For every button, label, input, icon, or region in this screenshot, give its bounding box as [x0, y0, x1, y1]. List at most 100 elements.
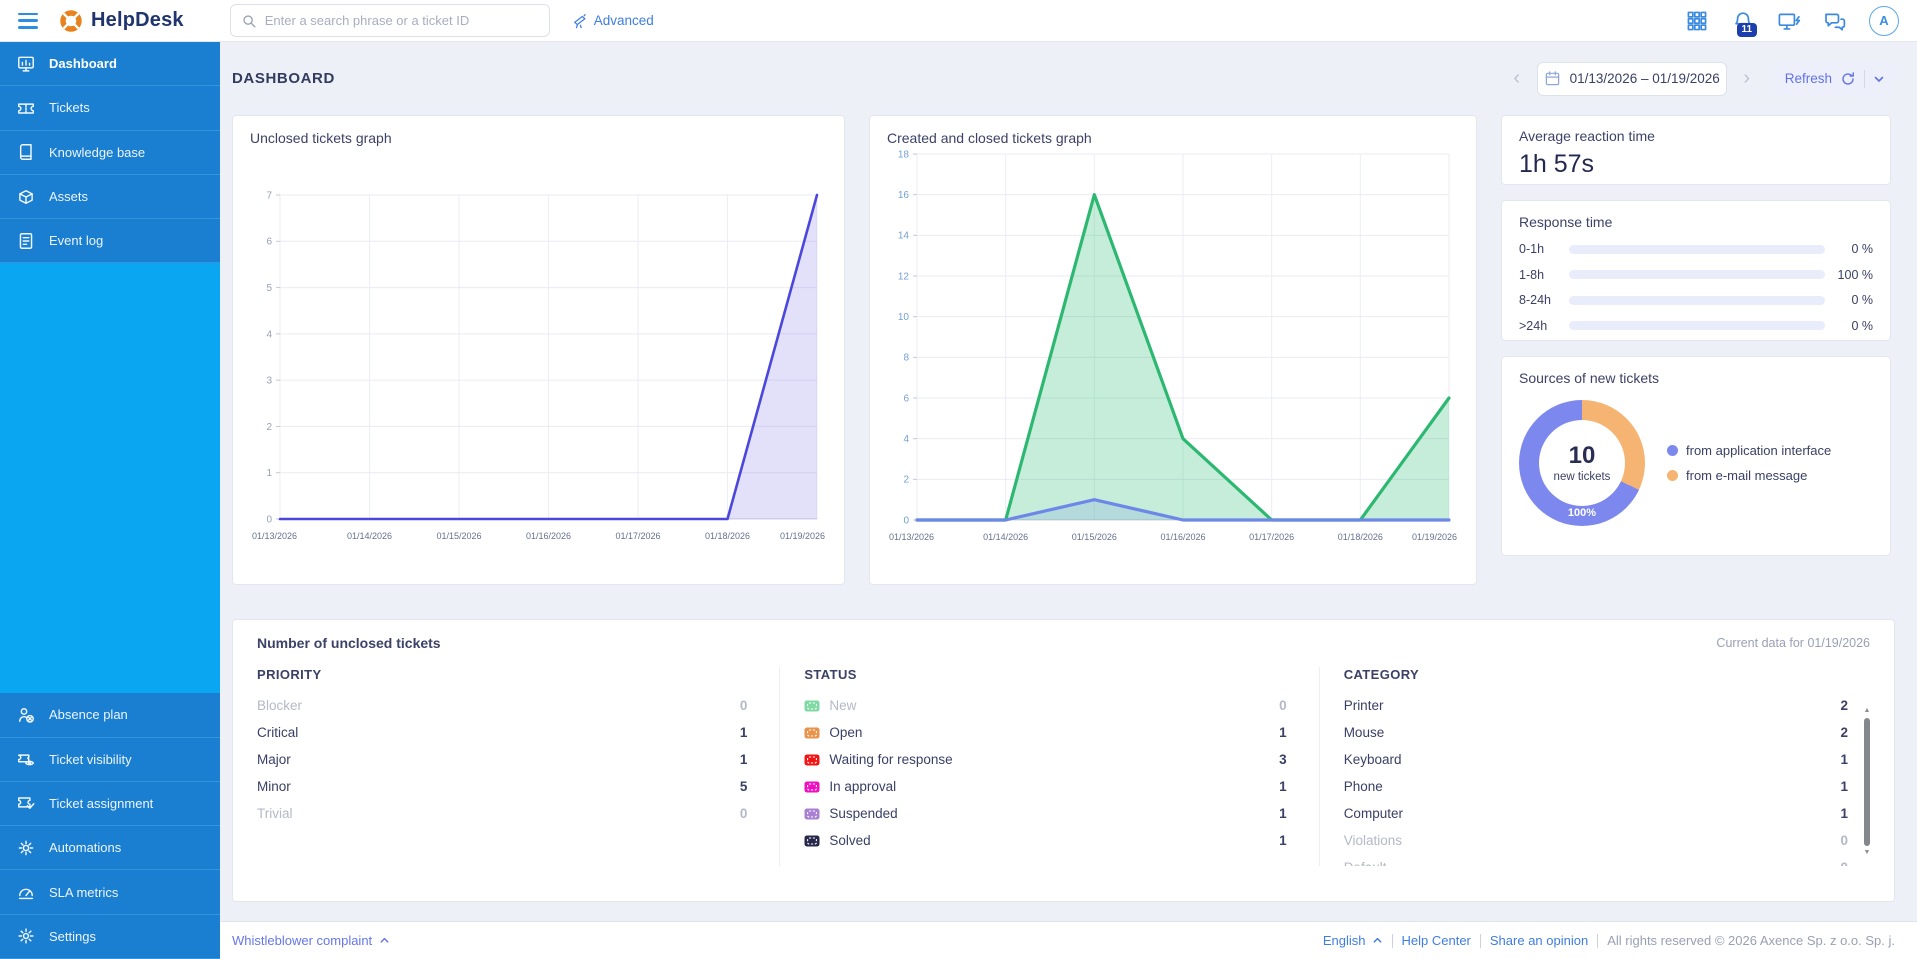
refresh-icon[interactable] [1840, 71, 1856, 87]
sidebar-item-knowledge-base[interactable]: Knowledge base [0, 131, 220, 175]
scrollbar-thumb[interactable] [1864, 718, 1870, 846]
legend-label: from e-mail message [1686, 468, 1807, 483]
svg-text:01/14/2026: 01/14/2026 [347, 531, 392, 541]
sources-of-new-tickets-card: Sources of new tickets 10 new tickets 10… [1501, 356, 1891, 556]
created-closed-graph-title: Created and closed tickets graph [887, 130, 1459, 146]
sidebar-item-tickets[interactable]: Tickets [0, 86, 220, 130]
search-box[interactable] [230, 4, 550, 37]
apps-grid-button[interactable] [1685, 9, 1709, 33]
row-value: 0 [1840, 833, 1848, 848]
sidebar: Dashboard Tickets Knowledge base Assets Even… [0, 42, 220, 959]
sidebar-item-label: Tickets [49, 100, 90, 115]
ticket-status-icon [804, 808, 820, 820]
response-time-row: 8-24h0 % [1519, 293, 1873, 307]
row-label: Printer [1344, 698, 1841, 713]
table-row: Solved1 [804, 827, 1286, 854]
response-bucket-label: 8-24h [1519, 293, 1569, 307]
average-reaction-title: Average reaction time [1519, 128, 1873, 144]
row-label: Major [257, 752, 740, 767]
table-row: Suspended1 [804, 800, 1286, 827]
created-closed-graph-card: Created and closed tickets graph 0246810… [869, 115, 1477, 585]
sidebar-item-sla-metrics[interactable]: SLA metrics [0, 870, 220, 914]
previous-period-button[interactable]: ‹ [1507, 67, 1527, 90]
sidebar-bottom-group: Absence plan Ticket visibility Ticket assi… [0, 693, 220, 959]
unclosed-tickets-chart: 0123456701/13/202601/14/202601/15/202601… [250, 189, 827, 547]
share-opinion-link[interactable]: Share an opinion [1490, 933, 1588, 948]
svg-text:2: 2 [266, 422, 272, 433]
scroll-down-icon[interactable]: ▼ [1864, 849, 1871, 857]
language-label: English [1323, 933, 1366, 948]
sidebar-item-label: Dashboard [49, 56, 117, 71]
row-label: In approval [804, 779, 1279, 794]
dashboard-icon [16, 54, 36, 74]
response-time-row: >24h0 % [1519, 319, 1873, 333]
row-label-text: New [829, 698, 856, 713]
language-chevron-up-icon [1372, 935, 1383, 946]
whistleblower-complaint-link[interactable]: Whistleblower complaint [232, 933, 390, 948]
event-log-icon [16, 231, 36, 251]
ticket-assignment-icon [16, 793, 36, 813]
row-value: 1 [1840, 752, 1848, 767]
sources-legend: from application interfacefrom e-mail me… [1667, 443, 1831, 483]
kpi-column: Average reaction time 1h 57s Response ti… [1501, 115, 1891, 585]
user-avatar[interactable]: A [1869, 6, 1899, 36]
row-label: Minor [257, 779, 740, 794]
svg-text:01/17/2026: 01/17/2026 [615, 531, 660, 541]
scroll-up-icon[interactable]: ▲ [1864, 707, 1871, 715]
row-value: 1 [740, 725, 748, 740]
row-label: Critical [257, 725, 740, 740]
chat-button[interactable] [1823, 9, 1847, 33]
row-label-text: In approval [829, 779, 896, 794]
date-range-picker[interactable]: 01/13/2026 – 01/19/2026 [1537, 62, 1727, 96]
advanced-search-link[interactable]: Advanced [572, 13, 654, 29]
assets-icon [16, 187, 36, 207]
language-selector[interactable]: English [1323, 933, 1383, 948]
table-row: Waiting for response3 [804, 746, 1286, 773]
refresh-button[interactable]: Refresh [1785, 71, 1832, 86]
advanced-search-label: Advanced [594, 13, 654, 28]
status-rows: New0Open1Waiting for response3In approva… [804, 692, 1286, 854]
table-row: Minor5 [257, 773, 747, 800]
row-label: Mouse [1344, 725, 1841, 740]
row-value: 2 [1840, 698, 1848, 713]
sidebar-item-assets[interactable]: Assets [0, 175, 220, 219]
calendar-icon [1544, 70, 1561, 87]
response-bucket-label: 0-1h [1519, 242, 1569, 256]
sidebar-item-absence-plan[interactable]: Absence plan [0, 693, 220, 737]
sidebar-item-ticket-assignment[interactable]: Ticket assignment [0, 782, 220, 826]
app-name: HelpDesk [91, 9, 184, 32]
next-period-button[interactable]: › [1737, 67, 1757, 90]
notifications-button[interactable]: 11 [1731, 9, 1755, 33]
category-scrollbar[interactable]: ▲ ▼ [1862, 707, 1872, 857]
response-bar-track [1569, 296, 1825, 305]
sidebar-item-label: Ticket visibility [49, 752, 132, 767]
row-value: 0 [740, 806, 748, 821]
response-bucket-label: >24h [1519, 319, 1569, 333]
remote-access-button[interactable] [1777, 9, 1801, 33]
svg-text:6: 6 [903, 393, 909, 404]
notification-count-badge: 11 [1737, 23, 1757, 37]
svg-text:7: 7 [266, 190, 272, 201]
row-label: Computer [1344, 806, 1841, 821]
tickets-icon [16, 98, 36, 118]
sidebar-item-ticket-visibility[interactable]: Ticket visibility [0, 738, 220, 782]
svg-text:1: 1 [266, 468, 272, 479]
hamburger-menu-icon[interactable] [15, 11, 41, 31]
table-row: Mouse2 [1344, 719, 1848, 746]
table-row: Computer1 [1344, 800, 1848, 827]
svg-text:4: 4 [903, 434, 909, 445]
sidebar-item-dashboard[interactable]: Dashboard [0, 42, 220, 86]
lifebuoy-logo-icon [59, 9, 83, 33]
app-logo[interactable]: HelpDesk [59, 9, 184, 33]
sidebar-item-label: Assets [49, 189, 88, 204]
legend-dot-icon [1667, 445, 1678, 456]
help-center-link[interactable]: Help Center [1402, 933, 1471, 948]
search-input[interactable] [265, 13, 539, 28]
table-row: Violations0 [1344, 827, 1848, 854]
sidebar-item-automations[interactable]: Automations [0, 826, 220, 870]
refresh-options-chevron-icon[interactable] [1873, 73, 1885, 85]
sidebar-item-settings[interactable]: Settings [0, 915, 220, 959]
sidebar-item-event-log[interactable]: Event log [0, 219, 220, 263]
sidebar-main-group: Dashboard Tickets Knowledge base Assets Even… [0, 42, 220, 263]
apps-grid-icon [1686, 10, 1708, 32]
